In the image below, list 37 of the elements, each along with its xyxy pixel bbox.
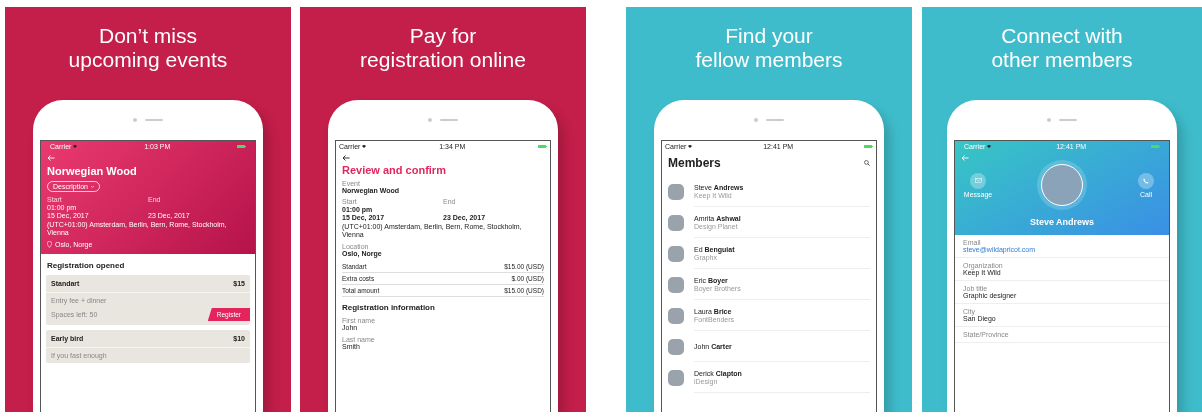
wifi-icon bbox=[987, 145, 992, 148]
section-title: Registration opened bbox=[46, 260, 126, 272]
chevron-icon bbox=[91, 185, 94, 188]
search-icon[interactable] bbox=[864, 160, 870, 166]
page-title: Members bbox=[668, 156, 721, 170]
panel-heading: Connect with other members bbox=[991, 24, 1133, 72]
section-title: Registration information bbox=[342, 302, 436, 314]
battery-icon bbox=[1151, 145, 1160, 148]
avatar-placeholder bbox=[668, 307, 684, 324]
phone-icon bbox=[1143, 177, 1149, 184]
page-title: Review and confirm bbox=[342, 164, 447, 176]
camera-icon bbox=[133, 118, 137, 122]
panel-heading: Find your fellow members bbox=[695, 24, 843, 72]
camera-icon bbox=[754, 118, 758, 122]
avatar-placeholder bbox=[668, 214, 684, 231]
camera-icon bbox=[428, 118, 432, 122]
battery-icon bbox=[538, 145, 547, 148]
avatar-placeholder bbox=[668, 369, 684, 386]
wifi-icon bbox=[73, 145, 78, 148]
envelope-icon bbox=[974, 178, 982, 183]
location-pin-icon bbox=[47, 241, 52, 248]
battery-icon bbox=[237, 145, 246, 148]
photo-placeholder bbox=[1041, 164, 1083, 206]
avatar-placeholder bbox=[668, 338, 684, 355]
avatar-placeholder bbox=[668, 245, 684, 262]
panel-heading: Pay for registration online bbox=[360, 24, 526, 72]
event-title: Norwegian Wood bbox=[47, 165, 138, 177]
profile-name: Steve Andrews bbox=[1028, 217, 1096, 227]
battery-icon bbox=[864, 145, 873, 148]
wifi-icon bbox=[362, 145, 367, 148]
back-arrow-icon[interactable] bbox=[342, 155, 350, 161]
camera-icon bbox=[1047, 118, 1051, 122]
call-button[interactable] bbox=[1138, 172, 1154, 189]
panel-heading: Don’t miss upcoming events bbox=[68, 24, 228, 72]
avatar-placeholder bbox=[668, 276, 684, 293]
wifi-icon bbox=[688, 145, 693, 148]
avatar-placeholder bbox=[668, 183, 684, 200]
